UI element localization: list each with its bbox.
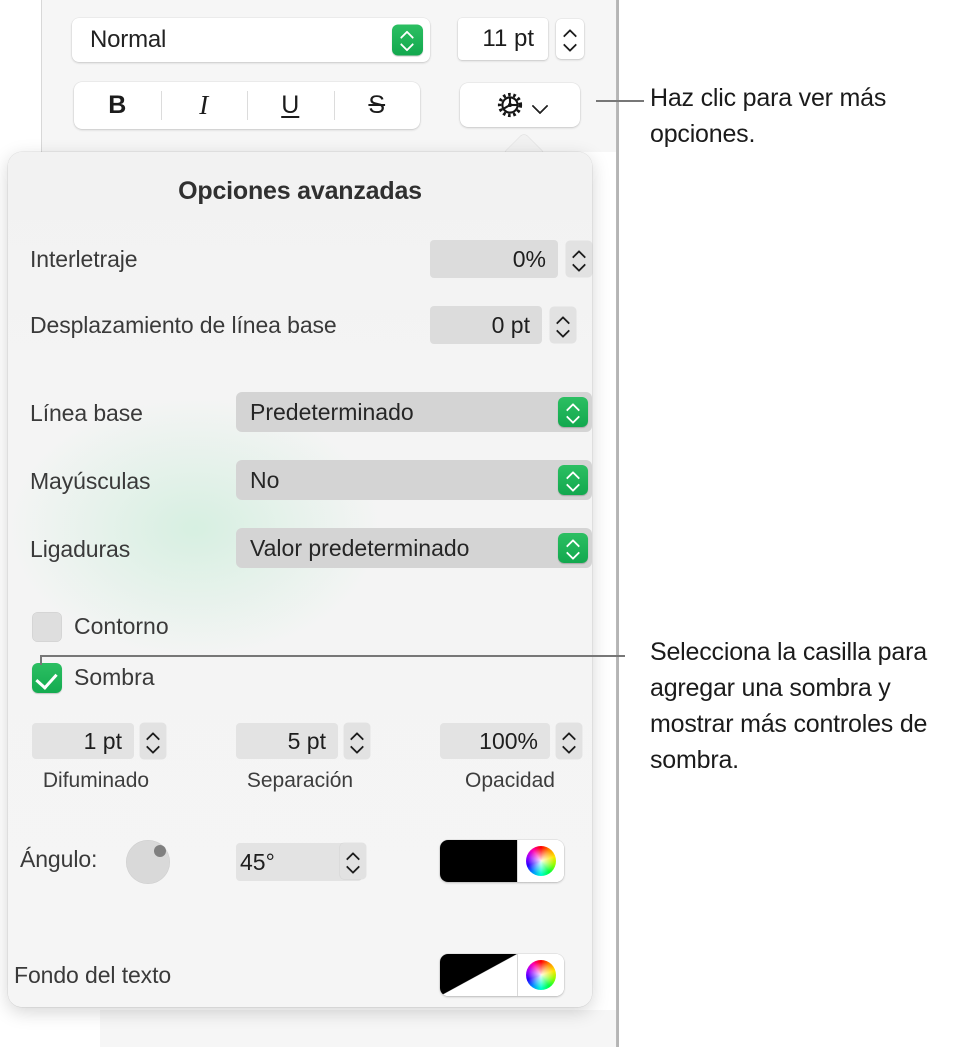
- font-size-input[interactable]: 11 pt: [458, 18, 548, 60]
- chevron-up-icon: [563, 29, 577, 37]
- chevron-down-icon: [350, 743, 364, 751]
- chevron-up-icon: [346, 852, 360, 860]
- stepper-updown-icon[interactable]: [392, 24, 423, 56]
- angle-stepper[interactable]: [340, 843, 366, 879]
- paragraph-style-value: Normal: [90, 26, 167, 53]
- callout-text-2: Selecciona la casilla para agregar una s…: [650, 638, 928, 774]
- kerning-input[interactable]: 0%: [430, 240, 558, 278]
- opacity-label: Opacidad: [465, 769, 555, 792]
- angle-value: 45°: [240, 848, 275, 875]
- popover-title: Opciones avanzadas: [178, 177, 422, 205]
- underline-button[interactable]: U: [247, 82, 334, 129]
- chevron-down-icon: [567, 550, 580, 557]
- chevron-up-icon: [562, 732, 576, 740]
- offset-input[interactable]: 5 pt: [236, 723, 338, 759]
- shadow-color-wheel-button[interactable]: [517, 840, 564, 882]
- text-format-button-group: B I U S: [74, 82, 420, 129]
- baseline-shift-stepper[interactable]: [550, 307, 576, 343]
- strikethrough-button[interactable]: S: [333, 82, 421, 129]
- italic-button[interactable]: I: [160, 82, 248, 129]
- color-wheel-icon: [526, 960, 557, 990]
- offset-label: Separación: [246, 769, 354, 792]
- callout-text-1: Haz clic para ver más opciones.: [650, 84, 887, 148]
- advanced-options-gear-button[interactable]: [460, 83, 580, 127]
- stepper-updown-icon[interactable]: [558, 397, 588, 427]
- color-wheel-icon: [526, 846, 557, 876]
- callout-guide-line: [617, 0, 619, 1047]
- opacity-value: 100%: [479, 727, 538, 754]
- chevron-down-icon: [146, 743, 160, 751]
- angle-dial-icon[interactable]: [126, 840, 170, 884]
- capitalization-value: No: [250, 466, 280, 493]
- baseline-label: Línea base: [30, 400, 143, 426]
- baseline-select[interactable]: Predeterminado: [236, 392, 592, 432]
- chevron-up-icon: [572, 250, 586, 258]
- baseline-shift-label: Desplazamiento de línea base: [30, 312, 337, 338]
- callout-leader-2-horizontal: [40, 655, 625, 657]
- shadow-color-well[interactable]: [440, 840, 564, 882]
- kerning-stepper[interactable]: [566, 241, 592, 277]
- capitalization-label: Mayúsculas: [30, 468, 151, 494]
- kerning-label: Interletraje: [30, 246, 138, 272]
- chevron-down-icon: [346, 863, 360, 871]
- chevron-up-icon: [146, 732, 160, 740]
- ligatures-value: Valor predeterminado: [250, 534, 470, 561]
- chevron-down-icon: [556, 327, 570, 335]
- chevron-down-icon: [567, 414, 580, 421]
- chevron-down-icon: [401, 42, 414, 49]
- outline-label: Contorno: [74, 613, 169, 639]
- outline-checkbox[interactable]: [32, 612, 62, 642]
- blur-input[interactable]: 1 pt: [32, 723, 134, 759]
- baseline-shift-value: 0 pt: [491, 311, 530, 338]
- text-background-color-wheel-button[interactable]: [517, 954, 564, 996]
- screenshot-root: Normal 11 pt B I U S Opciones avanzadas …: [0, 0, 953, 1047]
- paragraph-style-popup[interactable]: Normal: [72, 18, 430, 62]
- shadow-label: Sombra: [74, 664, 155, 690]
- chevron-down-icon: [563, 41, 577, 49]
- shadow-color-swatch[interactable]: [440, 840, 518, 882]
- shadow-checkbox[interactable]: [32, 663, 62, 693]
- text-background-label: Fondo del texto: [14, 962, 172, 988]
- stepper-updown-icon[interactable]: [558, 533, 588, 563]
- font-size-stepper[interactable]: [556, 19, 584, 59]
- ligatures-label: Ligaduras: [30, 536, 131, 562]
- blur-stepper[interactable]: [140, 723, 166, 759]
- text-background-color-swatch[interactable]: [440, 954, 518, 996]
- chevron-down-icon: [567, 482, 580, 489]
- inspector-panel-background-lower-left: [0, 1010, 100, 1047]
- sidebar-strip: [0, 0, 41, 152]
- chevron-up-icon: [350, 732, 364, 740]
- kerning-value: 0%: [512, 245, 546, 272]
- chevron-down-icon: [562, 743, 576, 751]
- offset-value: 5 pt: [287, 727, 326, 754]
- font-size-value: 11 pt: [482, 25, 534, 52]
- inspector-panel-background-lower: [100, 1010, 617, 1047]
- blur-value: 1 pt: [83, 727, 122, 754]
- callout-leader-1: [596, 100, 644, 102]
- angle-label: Ángulo:: [20, 846, 98, 872]
- baseline-value: Predeterminado: [250, 398, 414, 425]
- text-background-color-well[interactable]: [440, 954, 564, 996]
- stepper-updown-icon[interactable]: [558, 465, 588, 495]
- chevron-up-icon: [556, 316, 570, 324]
- opacity-stepper[interactable]: [556, 723, 582, 759]
- chevron-down-icon: [532, 100, 548, 110]
- bold-button[interactable]: B: [74, 82, 161, 129]
- offset-stepper[interactable]: [344, 723, 370, 759]
- gear-icon: [497, 92, 522, 118]
- blur-label: Difuminado: [42, 769, 150, 792]
- opacity-input[interactable]: 100%: [440, 723, 550, 759]
- capitalization-select[interactable]: No: [236, 460, 592, 500]
- baseline-shift-input[interactable]: 0 pt: [430, 306, 542, 344]
- angle-dial-knob[interactable]: [154, 845, 166, 857]
- ligatures-select[interactable]: Valor predeterminado: [236, 528, 592, 568]
- chevron-down-icon: [572, 261, 586, 269]
